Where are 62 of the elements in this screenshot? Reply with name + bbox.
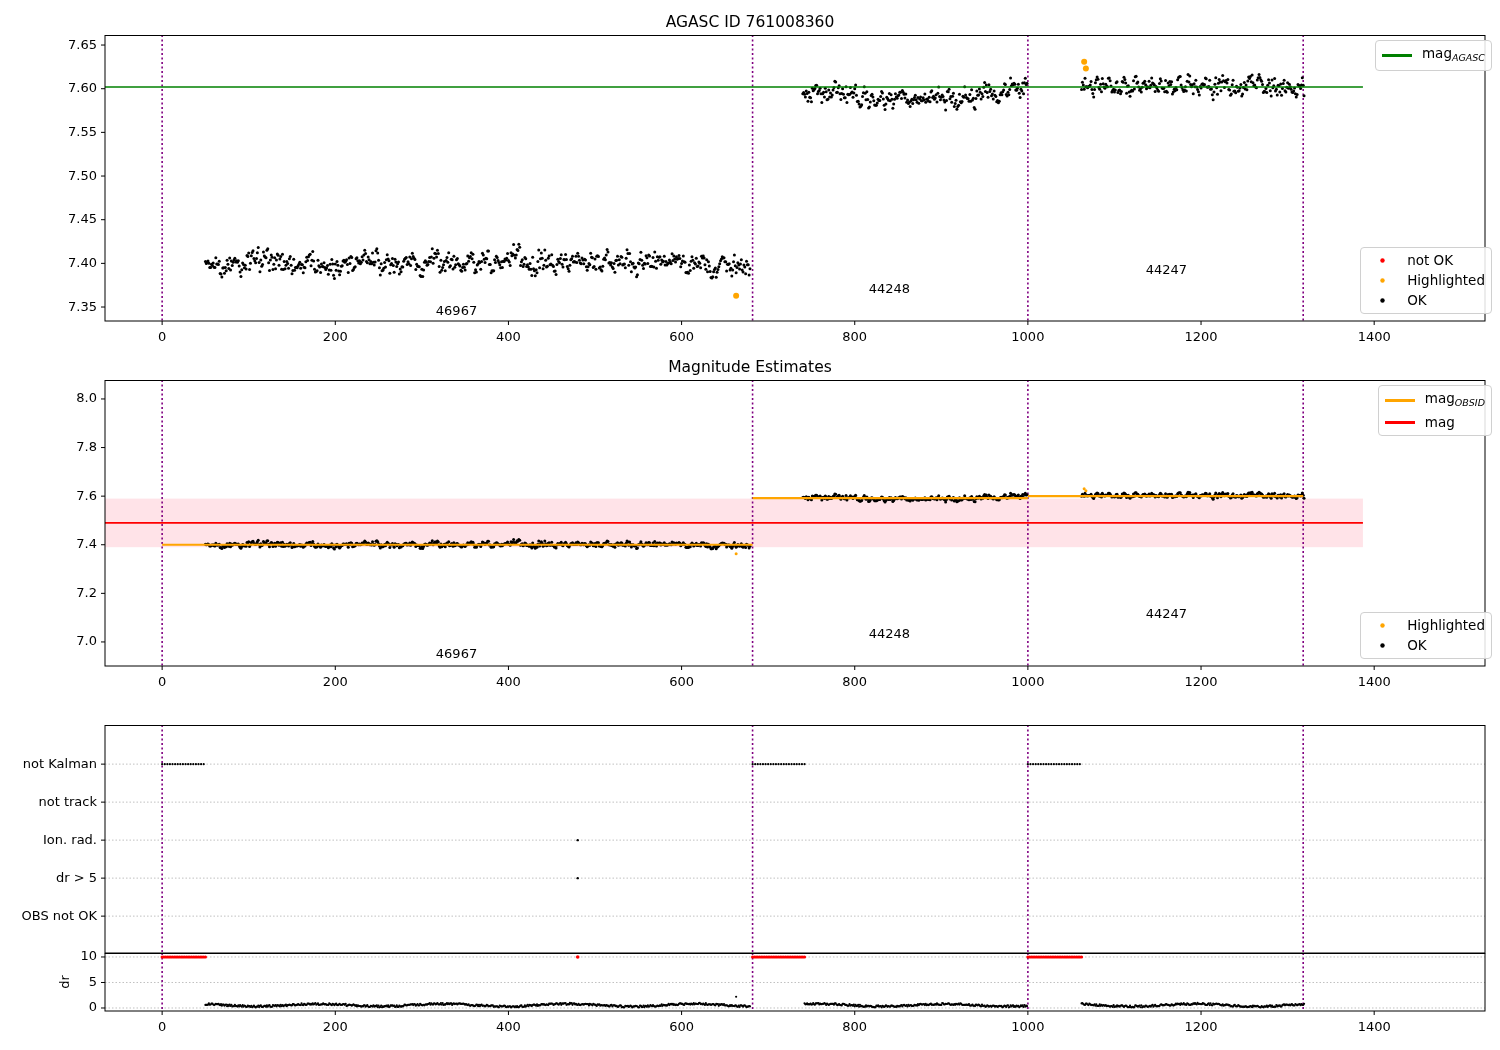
tick-label: 1400 (1357, 1018, 1391, 1034)
tick-label: 0 (158, 673, 167, 689)
row-label: not Kalman (22, 755, 97, 771)
tick-label: 1000 (1011, 673, 1045, 689)
row-label: Ion. rad. (43, 831, 97, 847)
tick-label: 7.4 (76, 536, 97, 552)
tick-label: 400 (496, 1018, 521, 1034)
tick-label: 600 (669, 1018, 694, 1034)
tick-label: 7.65 (68, 36, 97, 52)
legend-label: not OK (1407, 252, 1454, 269)
tick-label: 400 (496, 328, 521, 344)
chart-title: AGASC ID 761008360 (665, 12, 835, 31)
tick-label: 1200 (1184, 673, 1218, 689)
tick-label: 1200 (1184, 1018, 1218, 1034)
obsid-label: 46967 (435, 302, 478, 318)
tick-label: 10 (80, 948, 97, 964)
tick-label: 7.35 (68, 298, 97, 314)
tick-label: 1400 (1357, 673, 1391, 689)
tick-label: 1200 (1184, 328, 1218, 344)
tick-label: 0 (158, 1018, 167, 1034)
tick-label: 7.2 (76, 584, 97, 600)
tick-label: 400 (496, 673, 521, 689)
obsid-label: 44247 (1145, 606, 1188, 622)
tick-label: 200 (322, 1018, 348, 1034)
tick-label: 0 (158, 328, 167, 344)
tick-label: 600 (669, 328, 694, 344)
legend-label: Highlighted (1407, 272, 1485, 289)
obsid-label: 44248 (868, 281, 911, 297)
obsid-label: 44248 (868, 626, 911, 642)
tick-label: 7.40 (68, 254, 97, 270)
obsid-label: 44247 (1145, 261, 1188, 277)
tick-label: 1000 (1011, 1018, 1045, 1034)
legend-label: Highlighted (1407, 617, 1485, 634)
tick-label: 200 (322, 673, 348, 689)
row-label: dr > 5 (55, 869, 97, 885)
tick-label: 200 (322, 328, 348, 344)
tick-label: 600 (669, 673, 694, 689)
row-label: not track (38, 793, 97, 809)
axis-label: dr (56, 975, 72, 989)
tick-label: 7.50 (68, 167, 97, 183)
tick-label: 8.0 (76, 390, 97, 406)
legend-label: OK (1407, 637, 1427, 654)
tick-label: 7.45 (68, 211, 97, 227)
row-label: OBS not OK (21, 907, 97, 923)
tick-label: 7.8 (76, 439, 97, 455)
legend-label: mag (1424, 414, 1455, 431)
tick-label: 800 (842, 328, 868, 344)
tick-label: 0 (88, 999, 97, 1015)
legend-label: mag$_{OBSID}$ (1424, 390, 1485, 410)
legend-label: mag$_{AGASC}$ (1421, 45, 1485, 65)
legend-label: OK (1407, 292, 1427, 309)
tick-label: 800 (842, 673, 868, 689)
tick-label: 7.0 (76, 633, 97, 649)
obsid-label: 46967 (435, 645, 478, 661)
tick-label: 7.55 (68, 123, 97, 139)
tick-label: 7.60 (68, 80, 97, 96)
chart-title: Magnitude Estimates (668, 357, 832, 376)
tick-label: 800 (842, 1018, 868, 1034)
tick-label: 1400 (1357, 328, 1391, 344)
tick-label: 5 (88, 974, 97, 989)
tick-label: 7.6 (76, 487, 97, 503)
tick-label: 1000 (1011, 328, 1045, 344)
